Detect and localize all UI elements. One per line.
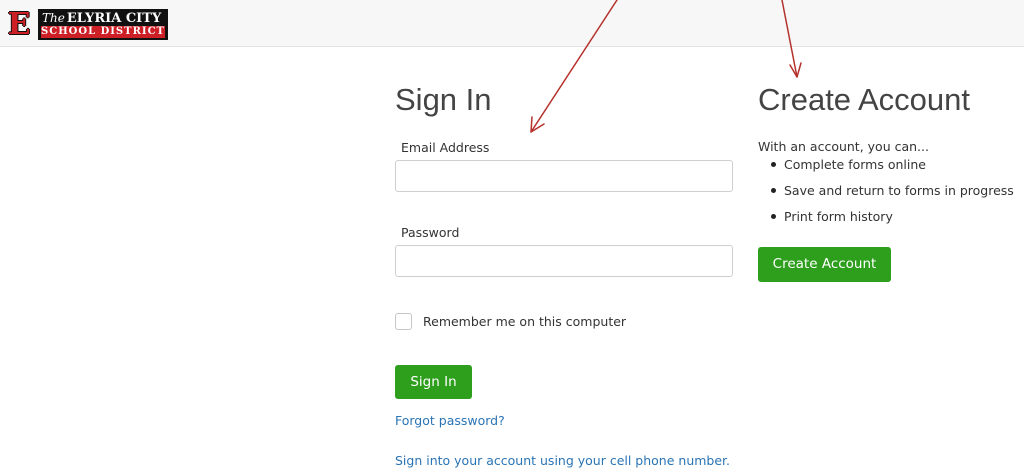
logo-city-name: ELYRIA CITY — [66, 11, 162, 26]
logo-the: The — [42, 11, 65, 25]
benefit-item: Complete forms online — [758, 157, 1014, 183]
email-field[interactable] — [395, 160, 733, 192]
create-account-panel: Create Account With an account, you can.… — [758, 78, 1024, 282]
create-account-button[interactable]: Create Account — [758, 247, 891, 282]
benefit-text: Complete forms online — [784, 157, 926, 172]
password-label: Password — [401, 225, 460, 240]
create-account-heading: Create Account — [758, 82, 970, 117]
annotation-arrows — [530, 0, 802, 133]
email-label: Email Address — [401, 140, 490, 155]
logo-wordmark: The ELYRIA CITY SCHOOL DISTRICT — [38, 9, 168, 40]
remember-me-checkbox[interactable] — [395, 313, 412, 330]
benefit-item: Print form history — [758, 209, 1014, 235]
bullet-icon — [771, 162, 776, 167]
benefit-item: Save and return to forms in progress — [758, 183, 1014, 209]
remember-me-label[interactable]: Remember me on this computer — [423, 314, 626, 330]
sign-in-panel: Sign In Email Address Password Remember … — [395, 78, 740, 468]
annotation-arrowhead-create-account — [789, 62, 802, 78]
benefit-text: Print form history — [784, 209, 893, 224]
benefit-text: Save and return to forms in progress — [784, 183, 1014, 198]
password-field[interactable] — [395, 245, 733, 277]
sign-in-button[interactable]: Sign In — [395, 365, 472, 399]
logo-district-name: The ELYRIA CITY — [42, 10, 166, 26]
sign-in-heading: Sign In — [395, 82, 492, 117]
forgot-password-link[interactable]: Forgot password? — [395, 413, 505, 429]
cell-phone-sign-in-link[interactable]: Sign into your account using your cell p… — [395, 453, 730, 469]
benefits-list: Complete forms online Save and return to… — [758, 157, 1014, 235]
site-header: E The ELYRIA CITY SCHOOL DISTRICT — [0, 0, 1024, 47]
bullet-icon — [771, 188, 776, 193]
logo-letter: E — [7, 7, 31, 42]
logo-school-district: SCHOOL DISTRICT — [41, 26, 165, 38]
create-account-intro: With an account, you can... — [758, 139, 929, 154]
bullet-icon — [771, 214, 776, 219]
